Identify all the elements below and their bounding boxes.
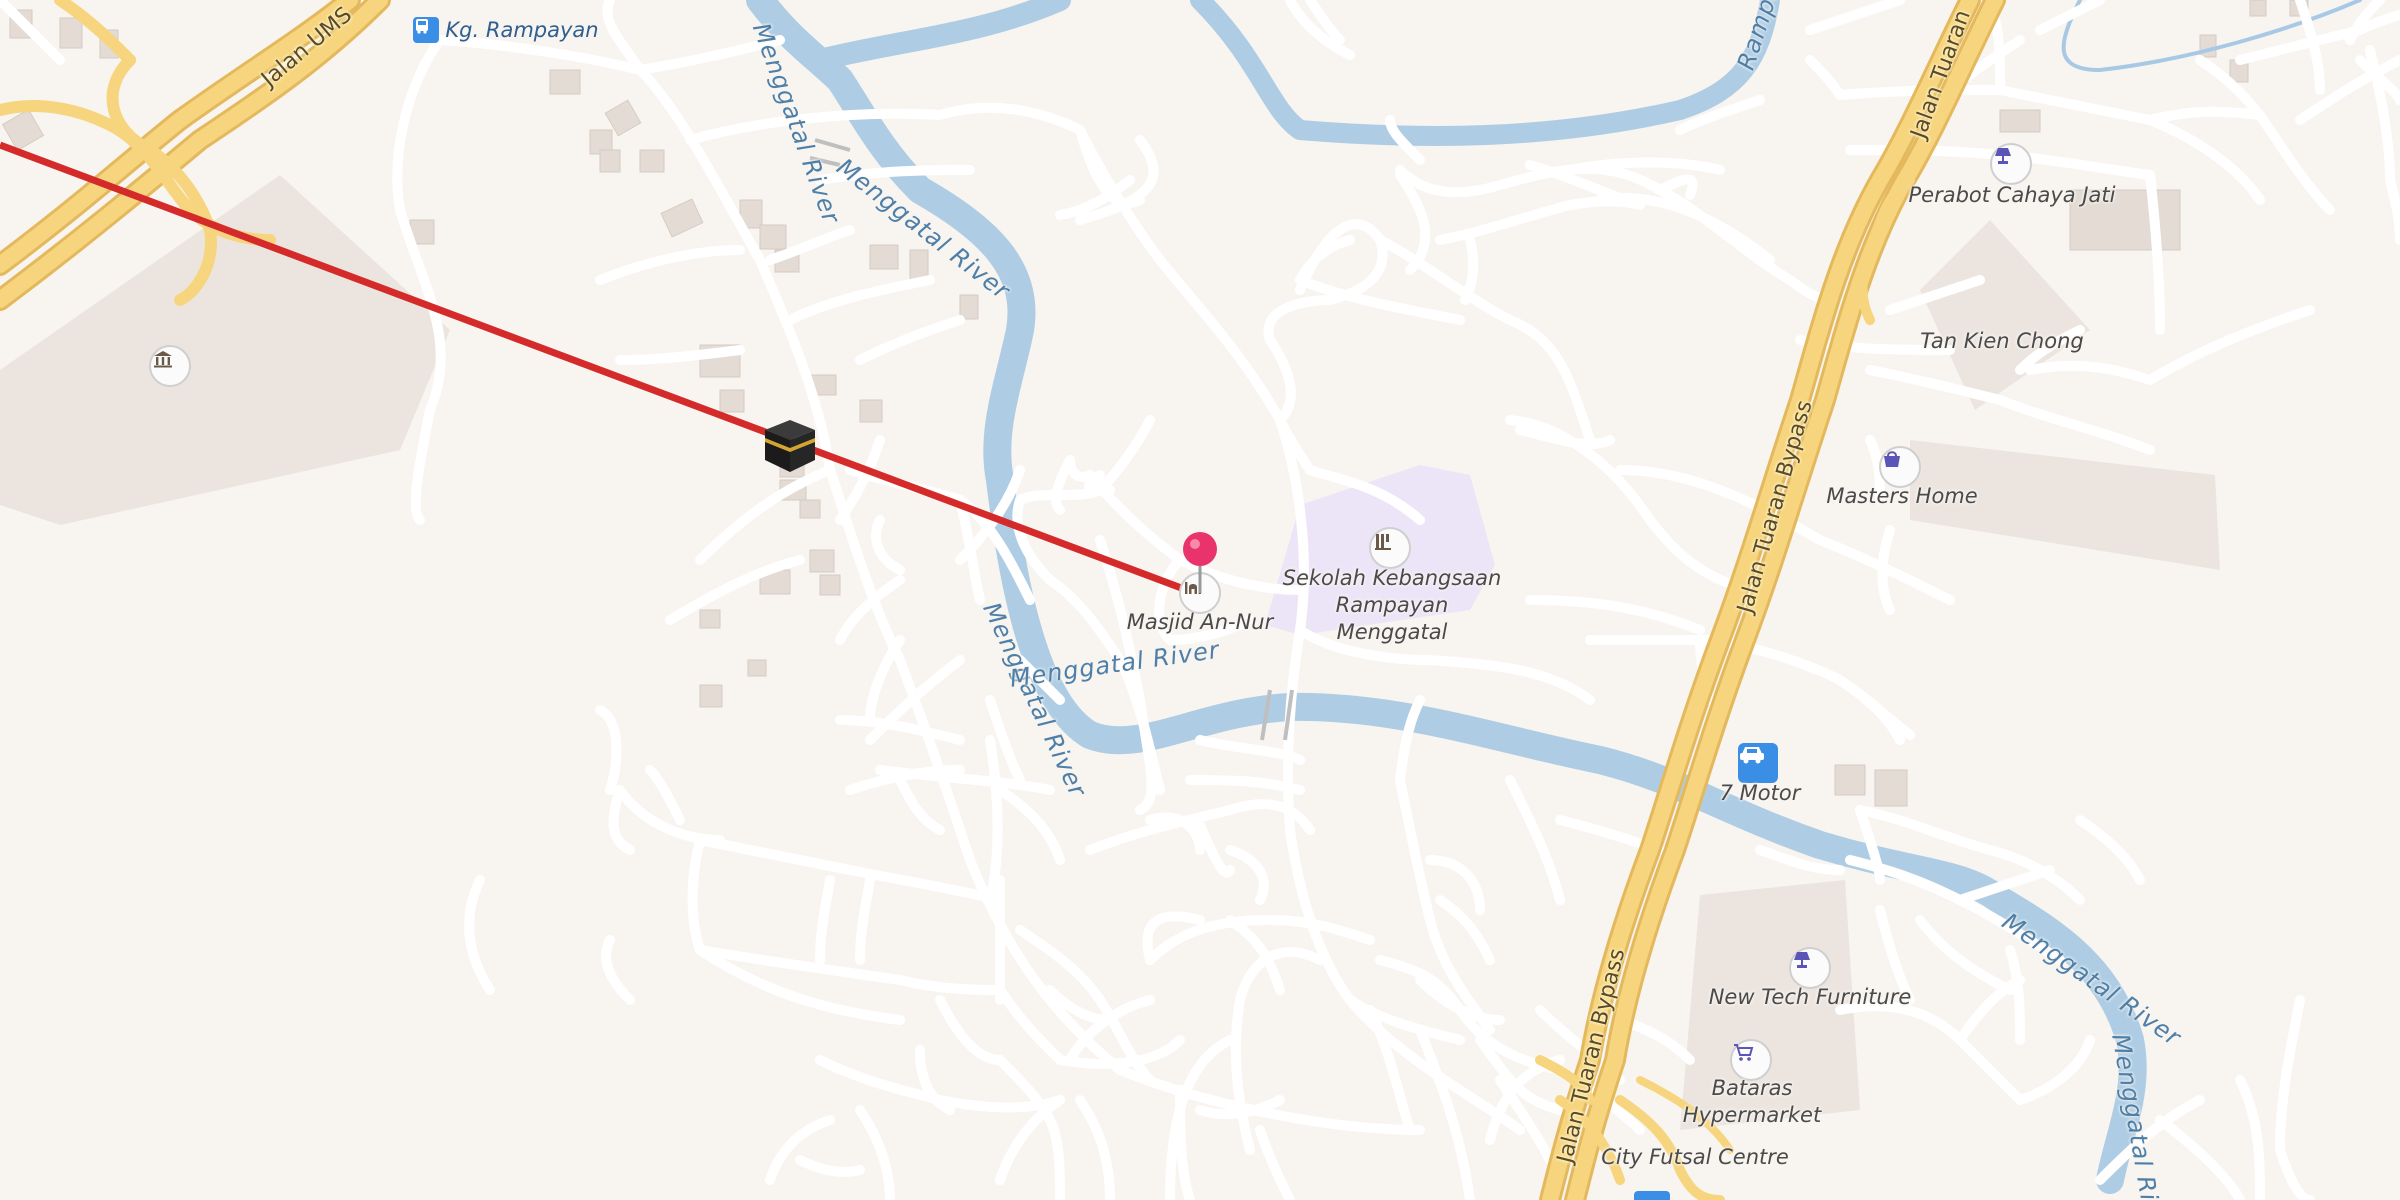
partial-poi-marker[interactable]: [1634, 1191, 1670, 1200]
land-area-east-1: [1920, 220, 2090, 410]
bus-stop-label[interactable]: Kg. Rampayan: [445, 17, 598, 44]
map-view[interactable]: Menggatal River Menggatal River Menggata…: [0, 0, 2400, 1200]
museum-icon[interactable]: [149, 345, 191, 387]
car-icon[interactable]: [1738, 743, 1778, 783]
masters-home-label[interactable]: Masters Home: [1826, 483, 1977, 510]
lamp-icon[interactable]: [1789, 947, 1831, 989]
lamp-icon[interactable]: [1990, 143, 2032, 185]
city-futsal-label[interactable]: City Futsal Centre: [1601, 1144, 1789, 1171]
school-label[interactable]: Sekolah Kebangsaan Rampayan Menggatal: [1283, 565, 1502, 646]
kaaba-icon[interactable]: [761, 416, 819, 474]
bataras-label[interactable]: Bataras Hypermarket: [1683, 1075, 1821, 1129]
school-icon[interactable]: [1369, 527, 1411, 569]
new-tech-furniture-label[interactable]: New Tech Furniture: [1709, 984, 1912, 1011]
bus-stop-icon[interactable]: [413, 17, 439, 43]
location-pin-icon[interactable]: [1180, 531, 1220, 595]
shopping-bag-icon[interactable]: [1879, 446, 1921, 488]
motor-label[interactable]: 7 Motor: [1720, 780, 1801, 807]
mosque-label[interactable]: Masjid An-Nur: [1127, 609, 1274, 636]
perabot-label[interactable]: Perabot Cahaya Jati: [1909, 182, 2116, 209]
tan-kien-chong-label[interactable]: Tan Kien Chong: [1920, 328, 2083, 355]
